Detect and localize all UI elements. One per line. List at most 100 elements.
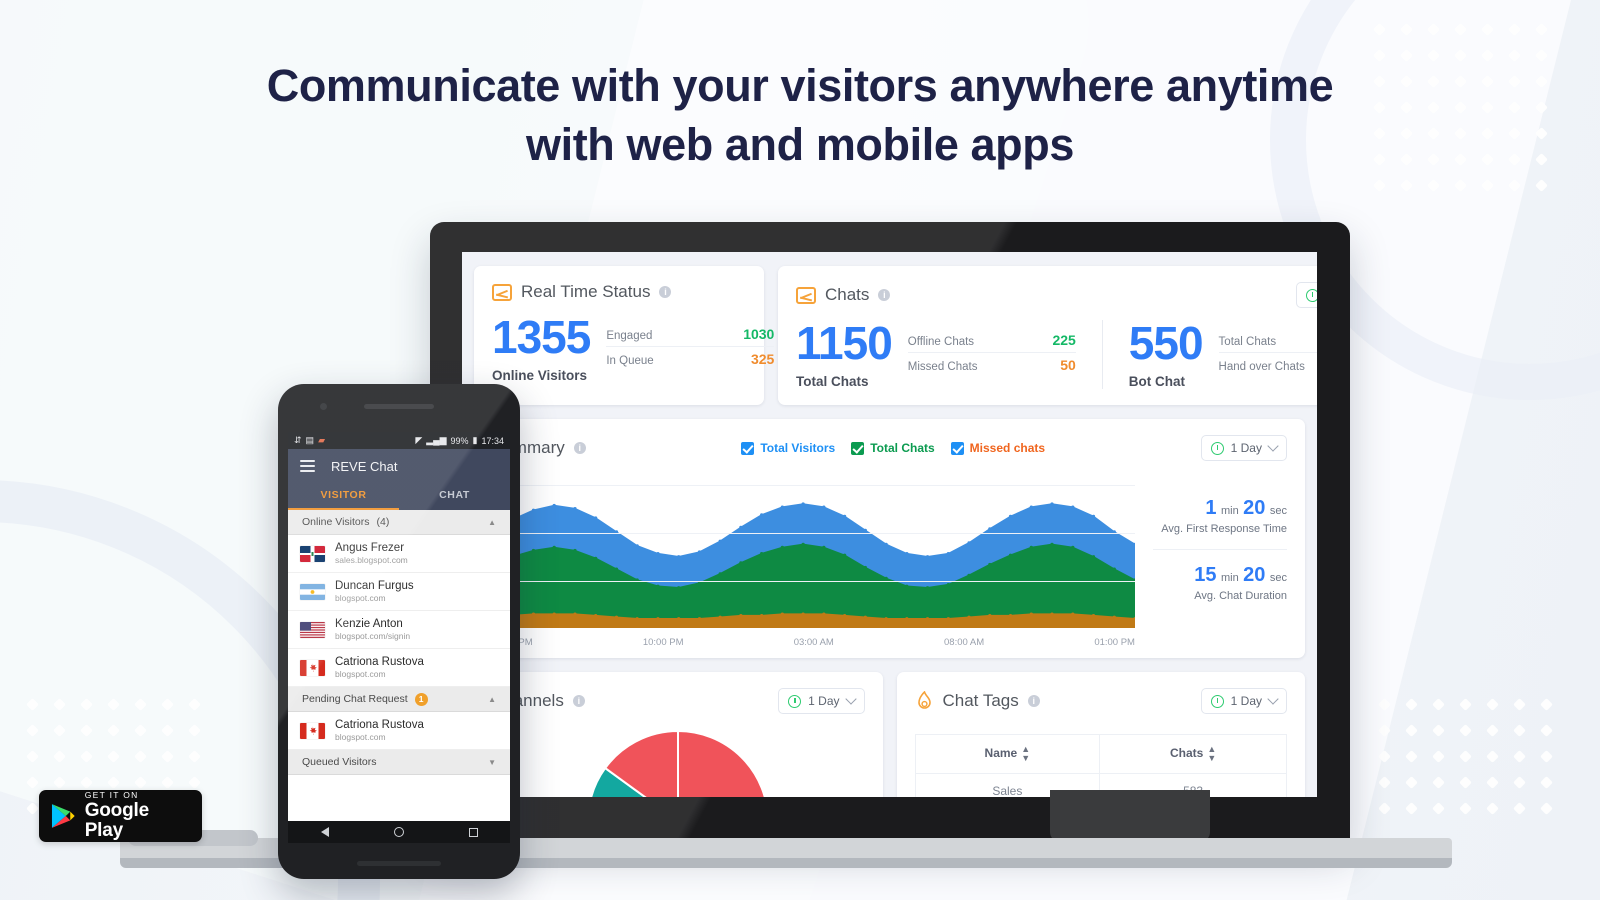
dashboard-row-top: Real Time Status i 1355 Online Visitors xyxy=(474,266,1317,405)
chats-kpis: 1150 Total Chats Offline Chats 225 Misse… xyxy=(796,320,1317,389)
info-icon[interactable]: i xyxy=(572,695,585,707)
metric-label: Missed Chats xyxy=(907,361,978,373)
google-play-big-text: Google Play xyxy=(84,800,149,841)
info-icon[interactable]: i xyxy=(659,286,672,298)
chart-box-icon xyxy=(796,286,816,304)
chevron-down-icon xyxy=(1267,693,1279,705)
chevron-down-icon xyxy=(1267,440,1279,452)
stat-seconds: 20 xyxy=(1243,564,1266,586)
legend-label: Missed chats xyxy=(969,441,1046,455)
channels-header: Channels i 1 Day xyxy=(492,688,865,714)
bot-chat-block: 550 Bot Chat xyxy=(1128,317,1204,389)
card-title-group: Chats i xyxy=(796,285,891,305)
sort-icon[interactable]: ▲ ▼ xyxy=(1207,745,1216,763)
stat-seconds-unit: sec xyxy=(1269,505,1287,517)
x-tick: 01:00 PM xyxy=(1094,637,1135,648)
chat-tags-table: Name▲▼ Chats▲▼ Sales 583 Billi xyxy=(914,734,1288,797)
chat-tags-card: Chat Tags i 1 Day Name ▲ ▼ Chats ▲ ▼ Sal… xyxy=(896,672,1305,797)
google-play-badge[interactable]: GET IT ON Google Play xyxy=(39,790,202,842)
laptop-hinge xyxy=(1050,790,1210,842)
summary-chart-area: 05:00 PM 10:00 PM 03:00 AM 08:00 AM 01:0… xyxy=(490,467,1287,648)
stat-minutes-unit: min xyxy=(1220,505,1239,517)
info-icon[interactable]: i xyxy=(573,442,586,454)
chats-title: Chats xyxy=(825,285,870,304)
sort-icon[interactable]: ▲ ▼ xyxy=(1021,745,1030,763)
clock-icon xyxy=(1210,694,1224,708)
checkbox-icon[interactable] xyxy=(950,441,964,455)
legend-item-total-visitors[interactable]: Total Visitors xyxy=(741,441,835,455)
bot-chat-label: Bot Chat xyxy=(1128,374,1186,389)
info-icon[interactable]: i xyxy=(878,289,891,301)
summary-card: Summary i Total Visitors Total Chats Mis… xyxy=(474,419,1305,658)
chevron-down-icon xyxy=(844,693,857,705)
metric-value: 1030 xyxy=(743,326,775,342)
channels-period-selector[interactable]: 1 Day xyxy=(778,688,865,714)
dashboard: Real Time Status i 1355 Online Visitors xyxy=(462,252,1317,797)
summary-area-chart: 05:00 PM 10:00 PM 03:00 AM 08:00 AM 01:0… xyxy=(490,467,1137,648)
online-visitors-block: 1355 Online Visitors xyxy=(492,314,591,383)
total-chats-block: 1150 Total Chats xyxy=(796,317,893,389)
stat-minutes: 1 xyxy=(1205,497,1217,519)
metric-row: Hand over Chats 235 xyxy=(1218,352,1317,377)
real-time-status-title: Real Time Status xyxy=(521,282,651,301)
column-header-chats[interactable]: Chats ▲ ▼ xyxy=(1099,734,1287,774)
total-chats-kpi: 1150 Total Chats Offline Chats 225 Misse… xyxy=(796,320,1076,389)
checkbox-icon[interactable] xyxy=(851,441,865,455)
legend-item-missed-chats[interactable]: Missed chats xyxy=(950,441,1046,455)
google-play-small-text: GET IT ON xyxy=(84,790,139,801)
metric-row: Missed Chats 50 xyxy=(907,352,1076,377)
info-icon[interactable]: i xyxy=(1027,695,1040,707)
legend-item-total-chats[interactable]: Total Chats xyxy=(851,441,935,455)
metric-label: Total Chats xyxy=(1218,336,1277,348)
phone-chin-speaker xyxy=(357,861,441,866)
laptop-mockup: Real Time Status i 1355 Online Visitors xyxy=(430,222,1350,842)
metric-row: Total Chats 550 xyxy=(1219,328,1317,352)
dashboard-row-bottom: Channels i 1 Day Chat Tags i 1 Day Name … xyxy=(474,672,1305,797)
page-headline: Communicate with your visitors anywhere … xyxy=(0,56,1600,175)
real-time-status-card: Real Time Status i 1355 Online Visitors xyxy=(474,266,775,405)
card-title-group: Real Time Status i xyxy=(492,282,672,302)
column-label: Name xyxy=(984,746,1018,761)
stat-seconds: 20 xyxy=(1243,497,1266,519)
stat-values: 1 min 20 sec xyxy=(1153,497,1287,520)
google-play-icon xyxy=(51,804,75,828)
metric-row: Engaged 1030 xyxy=(606,322,774,346)
chat-tags-period-label: 1 Day xyxy=(1230,694,1262,708)
card-title-group: Chat Tags i xyxy=(915,690,1040,712)
divider xyxy=(1101,320,1103,389)
metric-row: Offline Chats 225 xyxy=(908,328,1076,352)
headline-line-2: with web and mobile apps xyxy=(526,119,1074,171)
column-label: Chats xyxy=(1169,746,1204,761)
divider xyxy=(1153,549,1287,550)
summary-legend: Total Visitors Total Chats Missed chats xyxy=(741,441,1045,455)
channels-card: Channels i 1 Day xyxy=(474,672,883,797)
column-header-name[interactable]: Name ▲ ▼ xyxy=(914,734,1101,774)
legend-label: Total Visitors xyxy=(760,441,836,455)
chats-period-selector[interactable]: 1 Hour xyxy=(1295,282,1317,308)
channels-pie-chart xyxy=(590,729,767,797)
phone-sheen xyxy=(278,384,520,879)
bot-chat-value: 550 xyxy=(1128,317,1204,369)
channels-pie-wrap xyxy=(492,726,865,797)
summary-chart-xaxis: 05:00 PM 10:00 PM 03:00 AM 08:00 AM 01:0… xyxy=(492,637,1135,648)
chats-metric-list: Offline Chats 225 Missed Chats 50 xyxy=(907,320,1076,377)
metric-value: 225 xyxy=(1052,332,1076,348)
table-head: Name ▲ ▼ Chats ▲ ▼ xyxy=(914,734,1287,774)
channels-period-label: 1 Day xyxy=(808,694,840,708)
x-tick: 03:00 AM xyxy=(793,637,834,648)
total-chats-value: 1150 xyxy=(796,317,893,369)
chat-tags-period-selector[interactable]: 1 Day xyxy=(1200,688,1287,714)
x-tick: 10:00 PM xyxy=(642,637,684,648)
dashboard-viewport: Real Time Status i 1355 Online Visitors xyxy=(462,252,1317,797)
checkbox-icon[interactable] xyxy=(741,441,755,455)
avg-chat-duration-stat: 15 min 20 sec Avg. Chat Duration xyxy=(1153,564,1287,602)
summary-period-selector[interactable]: 1 Day xyxy=(1200,435,1287,461)
chart-box-icon xyxy=(492,283,512,301)
avg-first-response-time-stat: 1 min 20 sec Avg. First Response Time xyxy=(1153,497,1287,535)
dot-pattern-bottom-right xyxy=(1378,698,1595,830)
real-time-main-kpi: 1355 Online Visitors Engaged 1030 In Que… xyxy=(492,314,775,383)
real-time-status-header: Real Time Status i xyxy=(492,282,746,302)
stat-caption: Avg. First Response Time xyxy=(1161,523,1287,535)
metric-value: 50 xyxy=(1060,357,1076,373)
metric-label: Offline Chats xyxy=(907,336,975,348)
